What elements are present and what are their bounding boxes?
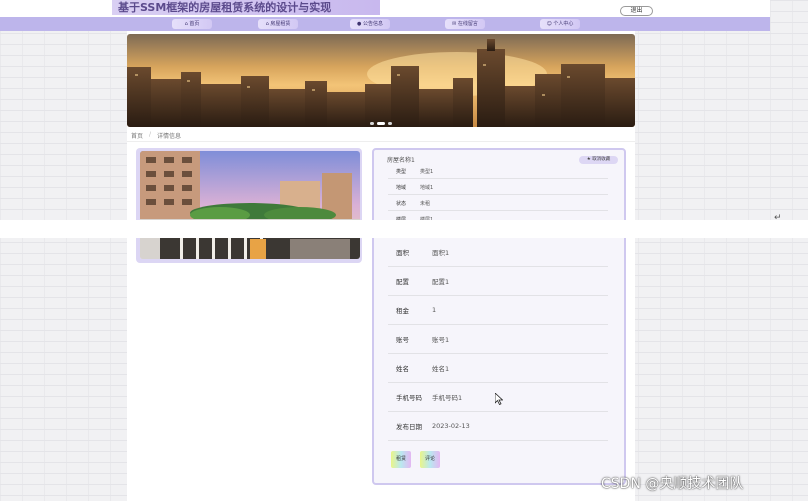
carousel-dot[interactable] <box>388 122 392 125</box>
field-value: 姓名1 <box>432 365 450 373</box>
field-row: 配置 配置1 <box>388 267 608 296</box>
field-value: 配置1 <box>432 278 450 286</box>
nav-item-messages[interactable]: ✉ 在线留言 <box>445 19 485 29</box>
mouse-cursor-icon <box>495 393 503 405</box>
breadcrumb-separator: / <box>149 131 152 138</box>
message-icon: ✉ <box>452 21 457 27</box>
field-label: 账号 <box>396 336 409 344</box>
field-row: 姓名 姓名1 <box>388 354 608 383</box>
nav-item-label: 公告信息 <box>362 21 383 27</box>
field-row: 状态 未租 <box>388 197 608 211</box>
field-label: 状态 <box>396 201 407 207</box>
carousel-dot[interactable] <box>370 122 374 125</box>
field-row: 面积 面积1 <box>388 238 608 267</box>
user-icon: ☺ <box>546 21 552 27</box>
overlay-band <box>0 220 808 238</box>
nav-item-house-rental[interactable]: ⌂ 房屋租赁 <box>258 19 298 29</box>
divider <box>127 141 635 142</box>
home-icon: ⌂ <box>184 21 188 27</box>
house-photo <box>140 151 360 259</box>
field-label: 姓名 <box>396 365 409 373</box>
field-label: 手机号码 <box>396 394 422 402</box>
house-photo-image <box>140 151 360 259</box>
logout-button[interactable]: 退出 <box>620 6 653 16</box>
field-row: 地域 地域1 <box>388 181 608 195</box>
return-mark: ↵ <box>774 213 782 223</box>
rent-button[interactable]: 租赁 <box>391 451 411 468</box>
field-value: 面积1 <box>432 249 450 257</box>
banner-carousel[interactable] <box>127 34 635 127</box>
nav-item-notices[interactable]: ● 公告信息 <box>350 19 390 29</box>
field-value: 2023-02-13 <box>432 422 470 430</box>
field-row: 账号 账号1 <box>388 325 608 354</box>
notice-icon: ● <box>357 21 362 27</box>
carousel-dot-active[interactable] <box>377 122 385 125</box>
field-value: 1 <box>432 306 437 314</box>
field-label: 类型 <box>396 169 407 175</box>
nav-item-label: 首页 <box>189 21 200 27</box>
favorite-label: ★ 取消收藏 <box>586 157 611 162</box>
banner-image <box>127 34 635 127</box>
nav-item-user-center[interactable]: ☺ 个人中心 <box>540 19 580 29</box>
breadcrumb-home[interactable]: 首页 <box>131 131 143 140</box>
field-row: 发布日期 2023-02-13 <box>388 412 608 441</box>
field-label: 面积 <box>396 249 409 257</box>
nav-item-label: 房屋租赁 <box>270 21 291 27</box>
house-icon: ⌂ <box>265 21 269 27</box>
field-label: 配置 <box>396 278 409 286</box>
nav-item-label: 在线留言 <box>457 21 478 27</box>
favorite-button[interactable]: ★ 取消收藏 <box>579 156 618 164</box>
nav-item-label: 个人中心 <box>553 21 574 27</box>
field-label: 地域 <box>396 185 407 191</box>
comment-button[interactable]: 评论 <box>420 451 440 468</box>
field-label: 租金 <box>396 307 409 315</box>
field-value: 未租 <box>420 201 431 207</box>
field-value: 账号1 <box>432 336 450 344</box>
house-name: 房屋名称1 <box>387 157 415 164</box>
watermark: CSDN @央顺技术团队 <box>601 476 744 492</box>
site-title: 基于SSM框架的房屋租赁系统的设计与实现 <box>112 0 380 15</box>
breadcrumb-current: 详情信息 <box>157 133 182 140</box>
field-value: 类型1 <box>420 169 434 175</box>
field-value: 地域1 <box>420 185 434 191</box>
field-row: 租金 1 <box>388 296 608 325</box>
carousel-indicators <box>370 122 392 125</box>
field-row: 类型 类型1 <box>388 165 608 179</box>
main-nav: ⌂ 首页 ⌂ 房屋租赁 ● 公告信息 ✉ 在线留言 ☺ 个人中心 <box>0 17 770 31</box>
breadcrumb: 首页 / 详情信息 <box>131 131 181 140</box>
field-value: 手机号码1 <box>432 394 463 402</box>
nav-item-home[interactable]: ⌂ 首页 <box>172 19 212 29</box>
field-label: 发布日期 <box>396 423 422 431</box>
